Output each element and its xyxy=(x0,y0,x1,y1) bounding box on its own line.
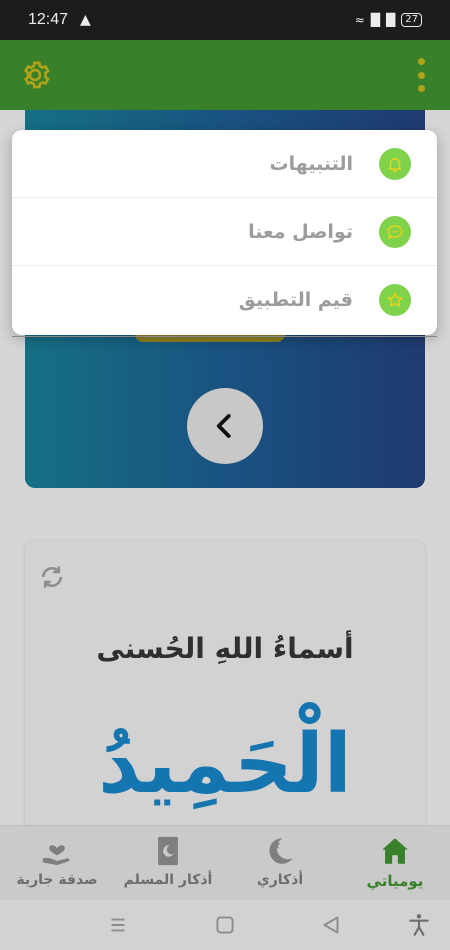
hand-heart-icon xyxy=(42,845,70,866)
menu-item-notifications[interactable]: التنبيهات xyxy=(12,130,437,198)
notification-icon: ▲ xyxy=(80,12,91,28)
home-button-icon[interactable] xyxy=(212,912,238,938)
crescent-star-icon xyxy=(269,838,293,864)
nav-item-adhkari[interactable]: أذكاري xyxy=(225,834,335,896)
menu-item-rate-app[interactable]: قيم التطبيق xyxy=(12,266,437,334)
book-crescent-icon xyxy=(158,836,178,866)
app-bar xyxy=(0,40,450,110)
home-icon xyxy=(382,838,408,864)
status-bar: 12:47 ▲ ≈ █ █ 27 xyxy=(0,0,450,40)
more-vertical-icon[interactable] xyxy=(416,58,426,92)
nav-label: أذكاري xyxy=(256,872,304,888)
nav-item-yawmiyati[interactable]: يومياتي xyxy=(340,834,450,896)
back-icon[interactable] xyxy=(318,912,344,938)
gear-icon[interactable] xyxy=(18,58,52,92)
signal-icon-2: █ xyxy=(386,13,396,27)
system-nav-bar xyxy=(0,900,450,950)
wifi-icon: ≈ xyxy=(354,13,365,27)
refresh-icon[interactable] xyxy=(37,562,67,592)
names-card-title: أسماءُ اللهِ الحُسنى xyxy=(96,632,354,665)
nav-label: أذكار المسلم xyxy=(123,872,213,888)
battery-icon: 27 xyxy=(401,13,422,27)
bottom-nav: يومياتي أذكاري أذكار المسلم صدقة جارية xyxy=(0,825,450,900)
names-card-name: الْحَمِيدُ xyxy=(98,717,352,812)
status-time: 12:47 xyxy=(28,11,69,28)
nav-item-adhkar-almuslim[interactable]: أذكار المسلم xyxy=(113,834,223,896)
chat-icon xyxy=(379,215,411,248)
menu-item-contact-us[interactable]: تواصل معنا xyxy=(12,198,437,266)
names-card: أسماءُ اللهِ الحُسنى الْحَمِيدُ xyxy=(25,540,425,840)
status-icons: ≈ █ █ 27 xyxy=(355,13,422,27)
signal-icon: █ xyxy=(370,13,381,27)
nav-label: صدقة جارية xyxy=(16,872,98,888)
chevron-left-icon xyxy=(216,414,231,438)
menu-item-label: التنبيهات xyxy=(269,152,353,175)
star-icon xyxy=(379,284,411,316)
menu-item-label: قيم التطبيق xyxy=(238,289,353,311)
bell-icon xyxy=(379,147,411,180)
nav-label: يومياتي xyxy=(366,872,424,890)
menu-item-label: تواصل معنا xyxy=(248,220,353,243)
nav-item-sadaqa-jariya[interactable]: صدقة جارية xyxy=(2,834,112,896)
recent-apps-icon[interactable] xyxy=(105,912,131,938)
popup-divider xyxy=(12,336,437,337)
accessibility-icon[interactable] xyxy=(406,912,432,938)
popup-menu: التنبيهات تواصل معنا قيم التطبيق xyxy=(12,130,437,335)
previous-button[interactable] xyxy=(187,388,263,464)
